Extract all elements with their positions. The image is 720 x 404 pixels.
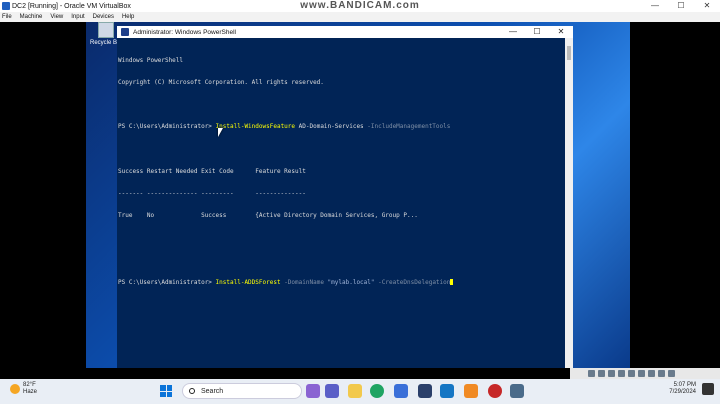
maximize-button[interactable]: ☐	[668, 0, 694, 12]
teams-icon[interactable]	[325, 384, 339, 398]
menu-help[interactable]: Help	[122, 14, 134, 20]
audio-icon[interactable]	[608, 370, 615, 377]
mouse-pointer-icon	[218, 128, 223, 137]
weather-temp: 82°F	[23, 382, 36, 388]
minimize-button[interactable]: —	[642, 0, 668, 12]
menu-devices[interactable]: Devices	[93, 14, 114, 20]
recycle-bin-icon[interactable]	[98, 22, 114, 38]
clock-date: 7/29/2024	[669, 389, 696, 395]
weather-desc: Haze	[23, 389, 38, 395]
scrollbar-thumb[interactable]	[567, 46, 571, 60]
edge-icon[interactable]	[370, 384, 384, 398]
store-icon[interactable]	[394, 384, 408, 398]
console-copyright: Copyright (C) Microsoft Corporation. All…	[118, 79, 324, 87]
console-argument: AD-Domain-Services	[295, 123, 368, 131]
letterbox-right	[630, 22, 720, 368]
weather-icon	[10, 384, 20, 394]
app-orange-icon[interactable]	[464, 384, 478, 398]
text-cursor	[450, 279, 454, 286]
ps-maximize-button[interactable]: ☐	[525, 26, 549, 38]
watermark: www.BANDICAM.com	[300, 0, 420, 11]
search-icon	[189, 388, 195, 394]
powershell-icon	[121, 28, 129, 36]
host-titlebar: DC2 [Running] - Oracle VM VirtualBox www…	[0, 0, 720, 12]
console-table-row: True No Success {Active Directory Domain…	[118, 212, 418, 220]
powershell-window: Administrator: Windows PowerShell — ☐ ✕ …	[117, 26, 573, 368]
clock[interactable]: 5:07 PM 7/29/2024	[669, 382, 696, 396]
usb-icon[interactable]	[628, 370, 635, 377]
console-parameter: -IncludeManagementTools	[367, 123, 451, 131]
host-window-controls: — ☐ ✕	[642, 0, 720, 12]
console-cmdlet: Install-WindowsFeature	[215, 123, 296, 131]
start-button[interactable]	[160, 385, 172, 397]
clock-time: 5:07 PM	[673, 382, 696, 388]
network-icon[interactable]	[618, 370, 625, 377]
menu-view[interactable]: View	[50, 14, 63, 20]
powershell-window-controls: — ☐ ✕	[501, 26, 573, 38]
hdd-icon[interactable]	[588, 370, 595, 377]
console-parameter: -DomainName	[280, 278, 328, 286]
console-parameter: -CreateDnsDelegation	[374, 278, 451, 286]
notification-icon[interactable]	[702, 383, 714, 395]
console-current-command: PS C:\Users\Administrator> Install-ADDSF…	[118, 279, 564, 286]
copilot-icon[interactable]	[306, 384, 320, 398]
app-folder-icon[interactable]	[510, 384, 524, 398]
menu-input[interactable]: Input	[71, 14, 84, 20]
console-table-separator: ------- -------------- --------- -------…	[118, 190, 306, 198]
virtualbox-taskbar-icon[interactable]	[440, 384, 454, 398]
shared-folder-icon[interactable]	[638, 370, 645, 377]
powershell-console[interactable]: Windows PowerShell Copyright (C) Microso…	[118, 38, 564, 368]
virtualbox-status-bar	[570, 368, 720, 379]
host-menubar: File Machine View Input Devices Help	[0, 12, 720, 22]
taskbar: 82°F Haze Search 5:07 PM 7/29/2024	[0, 379, 720, 404]
bandicam-icon[interactable]	[488, 384, 502, 398]
ps-close-button[interactable]: ✕	[549, 26, 573, 38]
console-command-line: PS C:\Users\Administrator> Install-Windo…	[118, 123, 564, 130]
app-l-icon[interactable]	[418, 384, 432, 398]
display-icon[interactable]	[648, 370, 655, 377]
weather-widget[interactable]: 82°F Haze	[10, 382, 37, 396]
keyboard-icon[interactable]	[668, 370, 675, 377]
powershell-title: Administrator: Windows PowerShell	[133, 28, 236, 36]
system-tray: 5:07 PM 7/29/2024	[669, 382, 714, 396]
file-explorer-icon[interactable]	[348, 384, 362, 398]
console-banner: Windows PowerShell	[118, 56, 184, 64]
powershell-titlebar[interactable]: Administrator: Windows PowerShell — ☐ ✕	[117, 26, 573, 38]
menu-file[interactable]: File	[2, 14, 12, 20]
console-table-header: Success Restart Needed Exit Code Feature…	[118, 167, 306, 175]
letterbox-left	[0, 22, 86, 379]
close-button[interactable]: ✕	[694, 0, 720, 12]
console-prompt: PS C:\Users\Administrator>	[118, 123, 216, 131]
powershell-scrollbar[interactable]	[565, 38, 573, 368]
console-string: "mylab.local"	[327, 278, 375, 286]
search-box[interactable]: Search	[182, 383, 302, 399]
optical-drive-icon[interactable]	[598, 370, 605, 377]
ps-minimize-button[interactable]: —	[501, 26, 525, 38]
console-prompt: PS C:\Users\Administrator>	[118, 278, 216, 286]
console-cmdlet: Install-ADDSForest	[215, 278, 281, 286]
search-label: Search	[201, 387, 224, 395]
recording-icon[interactable]	[658, 370, 665, 377]
menu-machine[interactable]: Machine	[20, 14, 43, 20]
